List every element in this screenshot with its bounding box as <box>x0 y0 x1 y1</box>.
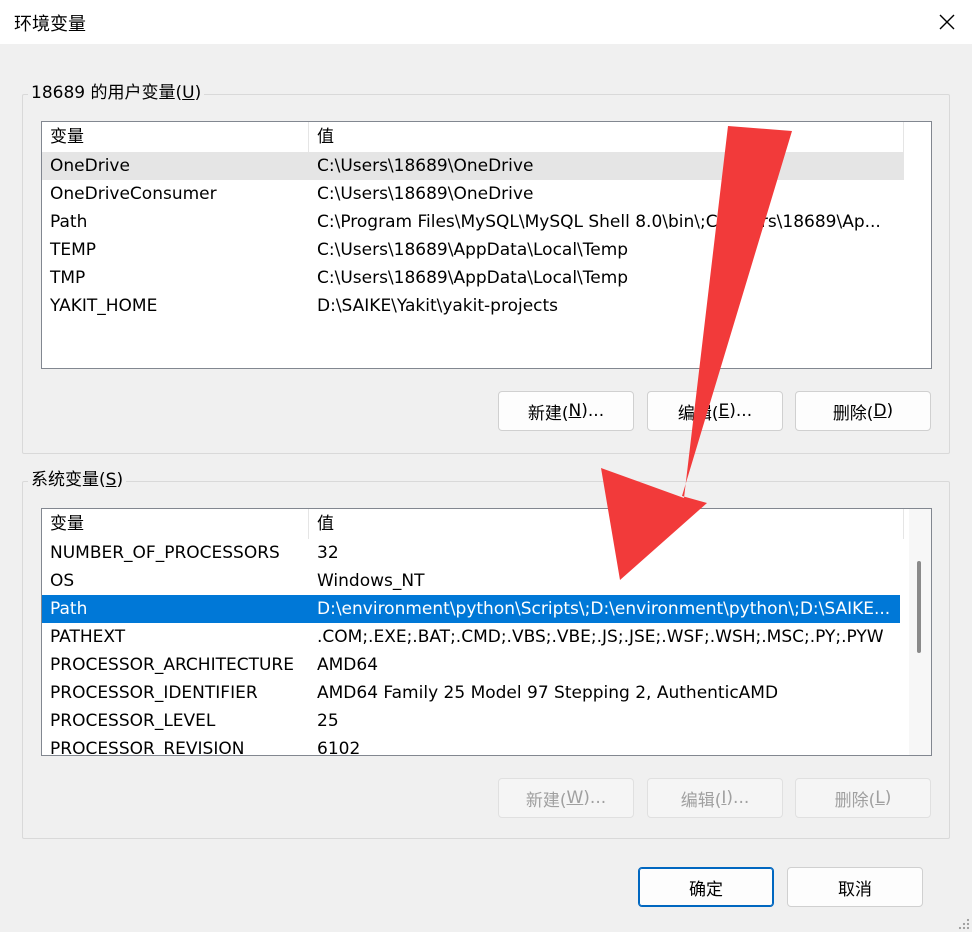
variable-value-cell: C:\Users\18689\OneDrive <box>317 156 534 176</box>
variable-name-cell: PROCESSOR_ARCHITECTURE <box>50 655 294 675</box>
variable-name-cell: PROCESSOR_IDENTIFIER <box>50 683 258 703</box>
variable-value-cell: C:\Users\18689\OneDrive <box>317 184 534 204</box>
variable-value-cell: 6102 <box>317 739 361 756</box>
list-header: 变量 值 <box>42 122 931 152</box>
variable-value-cell: Windows_NT <box>317 571 425 591</box>
close-icon <box>939 14 955 30</box>
user-variables-label: 18689 的用户变量(U) <box>28 82 205 104</box>
table-row[interactable]: YAKIT_HOME D:\SAIKE\Yakit\yakit-projects <box>42 292 904 320</box>
table-row[interactable]: OS Windows_NT <box>42 567 900 595</box>
column-header-variable[interactable]: 变量 <box>42 509 309 539</box>
system-new-button[interactable]: 新建(W)... <box>498 778 634 818</box>
variable-name-cell: PROCESSOR_REVISION <box>50 739 245 756</box>
variable-name-cell: PATHEXT <box>50 627 126 647</box>
close-button[interactable] <box>922 0 972 44</box>
table-row[interactable]: PROCESSOR_REVISION 6102 <box>42 735 900 756</box>
variable-name-cell: NUMBER_OF_PROCESSORS <box>50 543 280 563</box>
table-row[interactable]: Path D:\environment\python\Scripts\;D:\en… <box>42 595 900 623</box>
column-header-variable[interactable]: 变量 <box>42 122 309 152</box>
system-edit-button[interactable]: 编辑(I)... <box>647 778 783 818</box>
cancel-button[interactable]: 取消 <box>787 867 923 907</box>
variable-name-cell: OneDriveConsumer <box>50 184 217 204</box>
variable-value-cell: C:\Users\18689\AppData\Local\Temp <box>317 240 629 260</box>
table-row[interactable]: OneDriveConsumer C:\Users\18689\OneDrive <box>42 180 904 208</box>
table-row[interactable]: PATHEXT .COM;.EXE;.BAT;.CMD;.VBS;.VBE;.JS… <box>42 623 900 651</box>
table-row[interactable]: PROCESSOR_LEVEL 25 <box>42 707 900 735</box>
system-variables-list[interactable]: 变量 值 NUMBER_OF_PROCESSORS 32 OS Windows_NT P… <box>41 508 932 756</box>
column-header-value[interactable]: 值 <box>309 509 904 539</box>
variable-name-cell: OS <box>50 571 75 591</box>
variable-value-cell: AMD64 Family 25 Model 97 Stepping 2, Aut… <box>317 683 779 703</box>
variable-value-cell: C:\Program Files\MySQL\MySQL Shell 8.0\b… <box>317 212 881 232</box>
table-row[interactable]: Path C:\Program Files\MySQL\MySQL Shell 8… <box>42 208 904 236</box>
title-bar: 环境变量 <box>0 0 972 44</box>
resize-grip-icon[interactable] <box>956 916 970 930</box>
variable-name-cell: TMP <box>50 268 86 288</box>
variable-name-cell: Path <box>50 599 88 619</box>
table-row[interactable]: OneDrive C:\Users\18689\OneDrive <box>42 152 904 180</box>
table-row[interactable]: TEMP C:\Users\18689\AppData\Local\Temp <box>42 236 904 264</box>
table-row[interactable]: PROCESSOR_IDENTIFIER AMD64 Family 25 Mode… <box>42 679 900 707</box>
variable-value-cell: D:\SAIKE\Yakit\yakit-projects <box>317 296 559 316</box>
variable-value-cell: .COM;.EXE;.BAT;.CMD;.VBS;.VBE;.JS;.JSE;.… <box>317 627 884 647</box>
list-header: 变量 值 <box>42 509 931 539</box>
variable-value-cell: AMD64 <box>317 655 379 675</box>
variable-name-cell: TEMP <box>50 240 97 260</box>
user-edit-button[interactable]: 编辑(E)... <box>647 391 783 431</box>
variable-name-cell: Path <box>50 212 88 232</box>
user-new-button[interactable]: 新建(N)... <box>498 391 634 431</box>
scrollbar-thumb[interactable] <box>917 561 921 653</box>
variable-name-cell: YAKIT_HOME <box>50 296 158 316</box>
variable-name-cell: OneDrive <box>50 156 130 176</box>
system-delete-button[interactable]: 删除(L) <box>795 778 931 818</box>
user-variables-list[interactable]: 变量 值 OneDrive C:\Users\18689\OneDrive OneD… <box>41 121 932 369</box>
table-row[interactable]: PROCESSOR_ARCHITECTURE AMD64 <box>42 651 900 679</box>
variable-value-cell: C:\Users\18689\AppData\Local\Temp <box>317 268 629 288</box>
system-variables-label: 系统变量(S) <box>28 469 127 491</box>
table-row[interactable]: NUMBER_OF_PROCESSORS 32 <box>42 539 900 567</box>
variable-name-cell: PROCESSOR_LEVEL <box>50 711 216 731</box>
ok-button[interactable]: 确定 <box>638 867 774 907</box>
variable-value-cell: D:\environment\python\Scripts\;D:\enviro… <box>317 599 891 619</box>
column-header-value[interactable]: 值 <box>309 122 904 152</box>
vertical-scrollbar[interactable] <box>909 509 931 755</box>
variable-value-cell: 25 <box>317 711 339 731</box>
table-row[interactable]: TMP C:\Users\18689\AppData\Local\Temp <box>42 264 904 292</box>
variable-value-cell: 32 <box>317 543 339 563</box>
user-delete-button[interactable]: 删除(D) <box>795 391 931 431</box>
window-title: 环境变量 <box>14 14 86 35</box>
